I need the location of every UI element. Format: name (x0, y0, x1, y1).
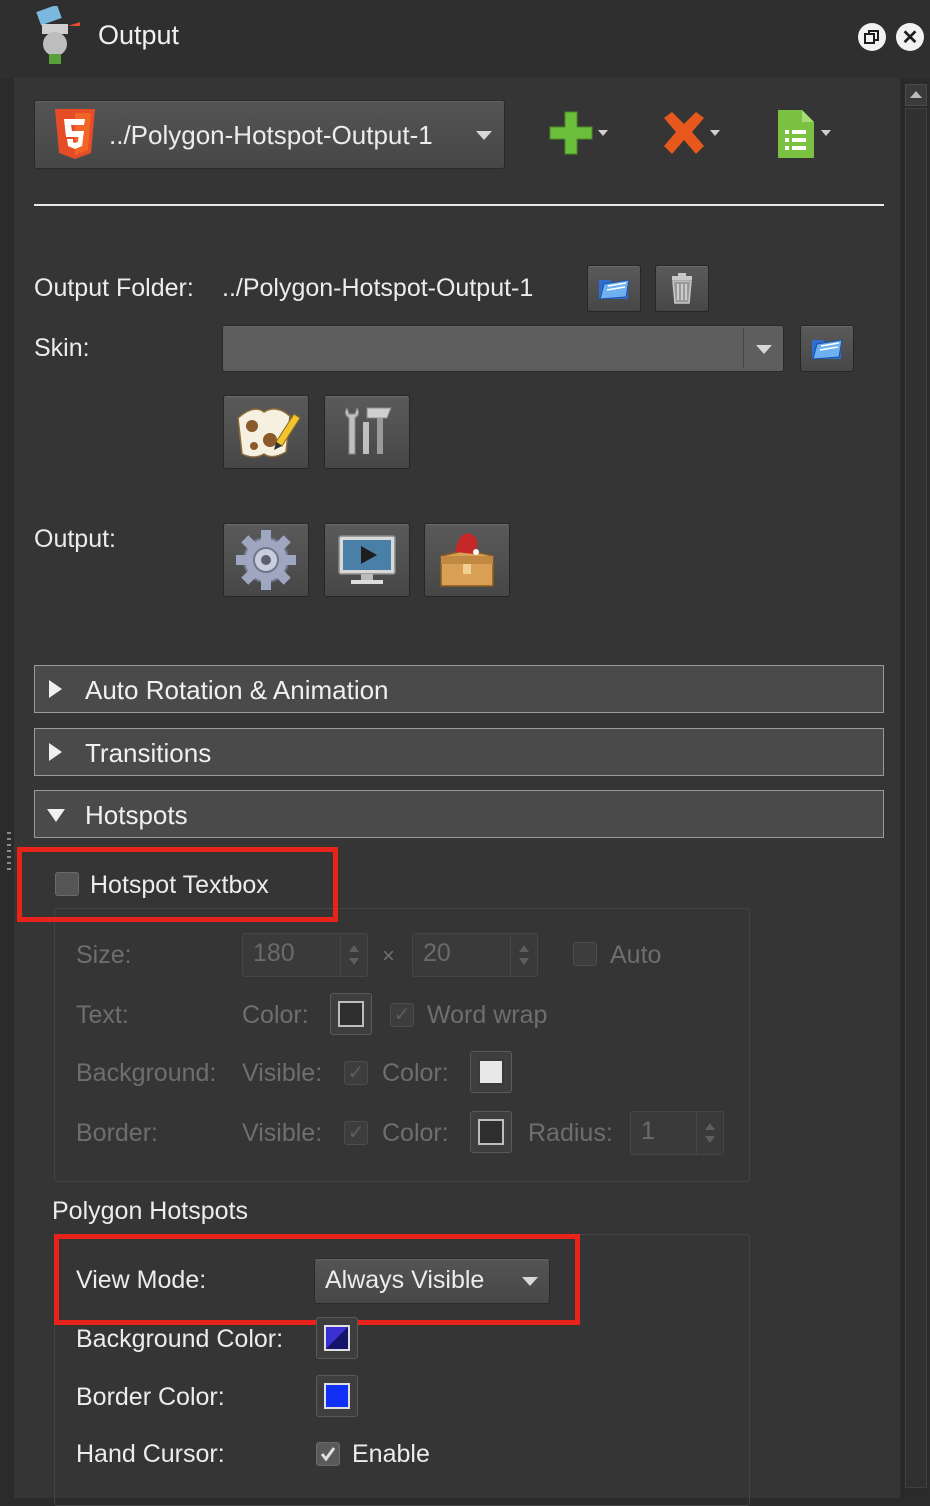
folder-open-icon (599, 279, 630, 300)
size-times-sign: × (382, 943, 395, 968)
text-label: Text: (76, 1001, 129, 1029)
spin-arrows-icon[interactable] (510, 934, 537, 976)
background-label: Background: (76, 1059, 217, 1087)
output-settings-button[interactable] (223, 523, 309, 597)
hand-cursor-enable-label: Enable (352, 1440, 430, 1468)
chevron-down-icon (476, 131, 492, 140)
background-color-swatch[interactable] (470, 1051, 512, 1093)
output-folder-label: Output Folder: (34, 274, 194, 302)
word-wrap-label: Word wrap (427, 1001, 548, 1029)
output-target-select[interactable]: ../Polygon-Hotspot-Output-1 (34, 100, 505, 169)
hand-cursor-label: Hand Cursor: (76, 1440, 225, 1468)
polygon-border-color-swatch[interactable] (316, 1375, 358, 1417)
package-output-button[interactable] (424, 523, 510, 597)
border-label: Border: (76, 1119, 158, 1147)
collapse-arrow-icon (47, 809, 65, 822)
textbox-width-spinbox[interactable]: 180 (242, 933, 368, 977)
window-title: Output (98, 20, 180, 50)
section-transitions-title: Transitions (85, 738, 212, 768)
polygon-background-color-swatch[interactable] (316, 1317, 358, 1359)
word-wrap-checkbox[interactable]: ✓ (390, 1003, 414, 1027)
browse-skin-button[interactable] (800, 325, 854, 372)
separator-line (34, 204, 884, 206)
hotspot-textbox-label: Hotspot Textbox (90, 871, 269, 899)
auto-size-checkbox[interactable] (573, 942, 597, 966)
skin-editor-button[interactable] (223, 395, 309, 469)
textbox-width-value: 180 (253, 939, 295, 967)
section-auto-rotation[interactable]: Auto Rotation & Animation (34, 665, 884, 713)
radius-label: Radius: (528, 1119, 613, 1147)
output-target-label: ../Polygon-Hotspot-Output-1 (109, 120, 433, 150)
view-mode-select[interactable]: Always Visible (314, 1258, 550, 1304)
remove-icon[interactable] (660, 110, 722, 160)
skin-editor-icon (237, 408, 301, 458)
settings-gear-icon (236, 530, 296, 590)
skin-label: Skin: (34, 334, 90, 362)
output-folder-value: ../Polygon-Hotspot-Output-1 (222, 274, 534, 302)
border-visible-checkbox[interactable]: ✓ (344, 1121, 368, 1145)
expand-arrow-icon (49, 743, 62, 761)
radius-spinbox[interactable]: 1 (630, 1111, 724, 1155)
hotspot-textbox-checkbox[interactable] (55, 872, 79, 896)
hand-cursor-enable-checkbox[interactable] (316, 1442, 340, 1466)
section-auto-rotation-title: Auto Rotation & Animation (85, 675, 389, 705)
tools-icon (344, 406, 392, 455)
restore-icon[interactable] (858, 23, 886, 51)
app-icon (34, 4, 88, 68)
background-visible-label: Visible: (242, 1059, 323, 1087)
text-color-swatch[interactable] (330, 993, 372, 1035)
radius-value: 1 (641, 1117, 655, 1145)
preview-monitor-icon (338, 535, 396, 584)
browse-folder-button[interactable] (587, 265, 641, 312)
panel-resize-grip[interactable] (7, 832, 11, 870)
delete-folder-button[interactable] (655, 265, 709, 312)
border-color-swatch[interactable] (470, 1111, 512, 1153)
section-hotspots[interactable]: Hotspots (34, 790, 884, 838)
background-color-label: Color: (382, 1059, 449, 1087)
chevron-down-icon (522, 1277, 538, 1286)
textbox-height-spinbox[interactable]: 20 (412, 933, 538, 977)
polygon-hotspots-title: Polygon Hotspots (52, 1197, 248, 1225)
add-icon[interactable] (548, 110, 610, 160)
package-box-icon (440, 533, 494, 587)
textbox-height-value: 20 (423, 939, 451, 967)
text-color-label: Color: (242, 1001, 309, 1029)
expand-arrow-icon (49, 680, 62, 698)
background-visible-checkbox[interactable]: ✓ (344, 1061, 368, 1085)
size-label: Size: (76, 941, 132, 969)
auto-size-label: Auto (610, 941, 662, 969)
border-visible-label: Visible: (242, 1119, 323, 1147)
border-color-label: Border Color: (76, 1383, 225, 1411)
skin-select-divider (743, 328, 744, 368)
html5-icon (53, 109, 97, 159)
scroll-up-button[interactable] (905, 84, 927, 106)
background-color-label: Background Color: (76, 1325, 284, 1353)
folder-open-icon (812, 339, 843, 360)
close-icon[interactable]: ✕ (896, 23, 924, 51)
skin-select[interactable] (222, 325, 784, 372)
scroll-track[interactable] (905, 108, 927, 1488)
document-icon[interactable] (776, 108, 836, 160)
spin-arrows-icon[interactable] (696, 1112, 723, 1154)
view-mode-value: Always Visible (325, 1266, 485, 1294)
section-transitions[interactable]: Transitions (34, 728, 884, 776)
view-mode-label: View Mode: (76, 1266, 207, 1294)
chevron-down-icon (756, 345, 772, 354)
output-label: Output: (34, 525, 116, 553)
spin-arrows-icon[interactable] (340, 934, 367, 976)
preview-output-button[interactable] (324, 523, 410, 597)
section-hotspots-title: Hotspots (85, 800, 188, 830)
border-color-label: Color: (382, 1119, 449, 1147)
trash-icon (672, 273, 692, 304)
skin-tools-button[interactable] (324, 395, 410, 469)
